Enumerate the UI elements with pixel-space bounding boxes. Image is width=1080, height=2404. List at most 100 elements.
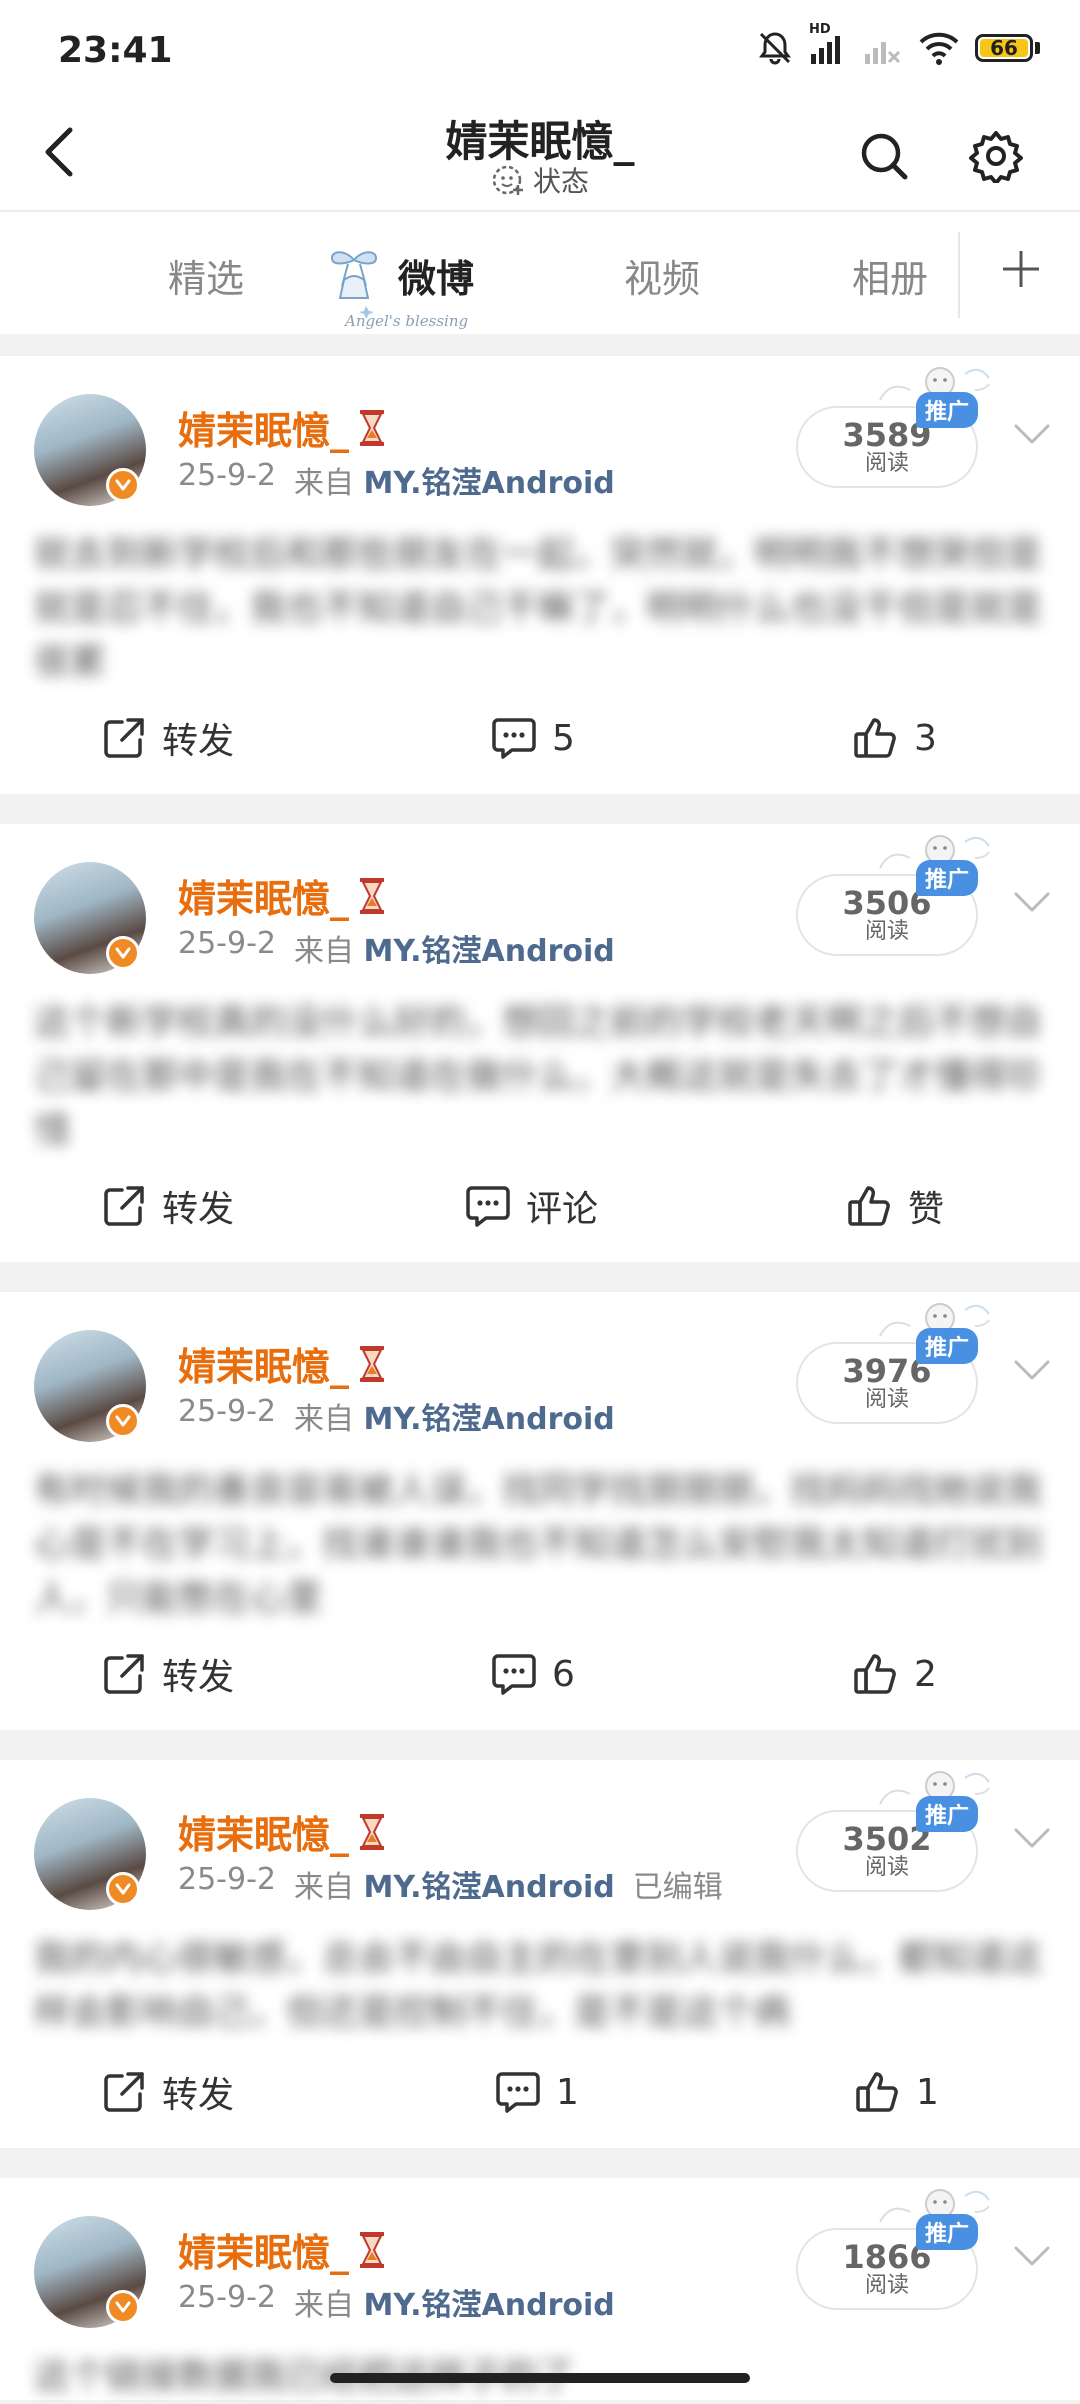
comment-icon: [492, 718, 536, 759]
repost-button[interactable]: 转发: [100, 2052, 234, 2132]
like-button[interactable]: 赞: [846, 1166, 944, 1246]
verified-badge-icon: [106, 2290, 140, 2324]
post-more-button[interactable]: [1010, 2234, 1054, 2278]
like-button[interactable]: 1: [854, 2052, 939, 2132]
chevron-down-icon: [1014, 2246, 1050, 2266]
like-button[interactable]: 2: [852, 1634, 937, 1714]
post-date: 25-9-2: [178, 926, 276, 961]
repost-button[interactable]: 转发: [100, 1166, 234, 1246]
post-from-label: 来自: [294, 934, 354, 969]
like-icon: [854, 1654, 896, 1694]
post-more-button[interactable]: [1010, 880, 1054, 924]
comment-button[interactable]: 1: [494, 2052, 579, 2132]
repost-button[interactable]: 转发: [100, 1634, 234, 1714]
post-card[interactable]: 婧茉眠憶_ 25-9-2 来自 MY.铭滢Android 3976 阅读 推广 有时候我的善…: [0, 1292, 1080, 1730]
post-author[interactable]: 婧茉眠憶_: [178, 1336, 387, 1391]
repost-icon: [104, 1186, 144, 1226]
post-author-name: 婧茉眠憶_: [178, 1813, 350, 1857]
post-source[interactable]: MY.铭滢Android: [364, 2288, 615, 2323]
like-label: 赞: [908, 1189, 945, 1230]
like-icon: [854, 718, 896, 758]
post-meta: 25-9-2 来自 MY.铭滢Android 已编辑: [178, 1862, 723, 1906]
promote-badge[interactable]: 推广: [916, 392, 978, 428]
post-content[interactable]: 我的内心很敏感，总会不由自主的在意别人说我什么，都知道这样会影响自己，但还是控制…: [34, 1932, 1046, 2040]
post-author[interactable]: 婧茉眠憶_: [178, 868, 387, 923]
post-source[interactable]: MY.铭滢Android: [364, 934, 615, 969]
battery-icon: 66: [975, 34, 1040, 62]
repost-button[interactable]: 转发: [100, 698, 234, 778]
post-card[interactable]: 婧茉眠憶_ 25-9-2 来自 MY.铭滢Android 3506 阅读 推广 这个新学校真…: [0, 824, 1080, 1262]
tab-featured[interactable]: 精选: [168, 248, 244, 303]
post-author-name: 婧茉眠憶_: [178, 1345, 350, 1389]
repost-label: 转发: [162, 721, 235, 762]
post-source[interactable]: MY.铭滢Android: [364, 1402, 615, 1437]
comment-button[interactable]: 评论: [464, 1166, 598, 1246]
comment-button[interactable]: 6: [490, 1634, 575, 1714]
comment-icon: [492, 1654, 536, 1695]
post-content[interactable]: 有时候我的善良容易被人误，找同学找朋朋朋，找妈妈找她说我心是不在学习上，找谁谁谁…: [34, 1464, 1046, 1626]
comment-icon: [496, 2072, 540, 2113]
repost-label: 转发: [162, 1657, 235, 1698]
post-source[interactable]: MY.铭滢Android: [364, 466, 615, 501]
read-label: 阅读: [864, 1387, 909, 1412]
post-author[interactable]: 婧茉眠憶_: [178, 400, 387, 455]
status-icons: HD 66: [755, 22, 1040, 68]
post-from-label: 来自: [294, 1870, 354, 1905]
post-meta: 25-9-2 来自 MY.铭滢Android: [178, 458, 615, 502]
post-content[interactable]: 这个新学校真的没什么好的，想回之前的学校老天啊之后不想自己留在那中是我在不知道在…: [34, 996, 1046, 1158]
post-source[interactable]: MY.铭滢Android: [364, 1870, 615, 1905]
promote-badge[interactable]: 推广: [916, 860, 978, 896]
post-author-name: 婧茉眠憶_: [178, 409, 350, 453]
post-card[interactable]: 婧茉眠憶_ 25-9-2 来自 MY.铭滢Android 已编辑 3502 阅读 推广 我的内…: [0, 1760, 1080, 2148]
post-date: 25-9-2: [178, 458, 276, 493]
promote-badge[interactable]: 推广: [916, 2214, 978, 2250]
battery-level: 66: [980, 36, 1028, 60]
post-author[interactable]: 婧茉眠憶_: [178, 1804, 387, 1859]
post-date: 25-9-2: [178, 2280, 276, 2315]
home-indicator[interactable]: [330, 2373, 750, 2383]
read-label: 阅读: [864, 919, 909, 944]
post-content[interactable]: 就去到新学校后和那些朋友在一起，突然就，明明我不想哭但是就是忍不住，我也不知道自…: [34, 528, 1046, 690]
post-more-button[interactable]: [1010, 1816, 1054, 1860]
like-label: 1: [916, 2071, 939, 2113]
post-actions: 转发 5 3: [0, 698, 1080, 778]
hourglass-icon: [360, 1345, 385, 1382]
post-card[interactable]: 婧茉眠憶_ 25-9-2 来自 MY.铭滢Android 1866 阅读 推广 这个链接数据…: [0, 2178, 1080, 2400]
profile-tabs: 精选 微博 Angel's blessing 视频 相册: [0, 212, 1080, 334]
chevron-down-icon: [1014, 424, 1050, 444]
verified-badge-icon: [106, 1404, 140, 1438]
tab-albums[interactable]: 相册: [852, 248, 928, 303]
comment-label: 5: [552, 717, 575, 759]
promote-badge[interactable]: 推广: [916, 1328, 978, 1364]
post-more-button[interactable]: [1010, 1348, 1054, 1392]
promote-badge[interactable]: 推广: [916, 1796, 978, 1832]
post-actions: 转发 6 2: [0, 1634, 1080, 1714]
like-icon: [848, 1186, 890, 1226]
settings-button[interactable]: [964, 124, 1028, 188]
comment-button[interactable]: 5: [490, 698, 575, 778]
like-icon: [856, 2072, 898, 2112]
gear-icon: [969, 131, 1023, 183]
status-button[interactable]: 状态: [0, 160, 1080, 200]
post-actions: 转发 1 1: [0, 2052, 1080, 2132]
tab-weibo[interactable]: 微博: [398, 248, 474, 303]
like-label: 3: [914, 717, 937, 759]
signal-off-icon: [863, 28, 903, 68]
tab-add-button[interactable]: [990, 238, 1052, 300]
post-from-label: 来自: [294, 2288, 354, 2323]
verified-badge-icon: [106, 468, 140, 502]
post-card[interactable]: 婧茉眠憶_ 25-9-2 来自 MY.铭滢Android 3589 阅读 推广 就去到新学校…: [0, 356, 1080, 794]
search-button[interactable]: [852, 124, 916, 188]
status-add-icon: [492, 165, 523, 195]
post-more-button[interactable]: [1010, 412, 1054, 456]
read-label: 阅读: [864, 451, 909, 476]
post-author[interactable]: 婧茉眠憶_: [178, 2222, 387, 2277]
like-button[interactable]: 3: [852, 698, 937, 778]
post-actions: 转发 评论 赞: [0, 1166, 1080, 1246]
status-label: 状态: [532, 165, 589, 198]
tab-videos[interactable]: 视频: [624, 248, 700, 303]
profile-navbar: 婧茉眠憶_ 状态: [0, 100, 1080, 212]
chevron-down-icon: [1014, 892, 1050, 912]
repost-icon: [104, 1654, 144, 1694]
post-date: 25-9-2: [178, 1394, 276, 1429]
